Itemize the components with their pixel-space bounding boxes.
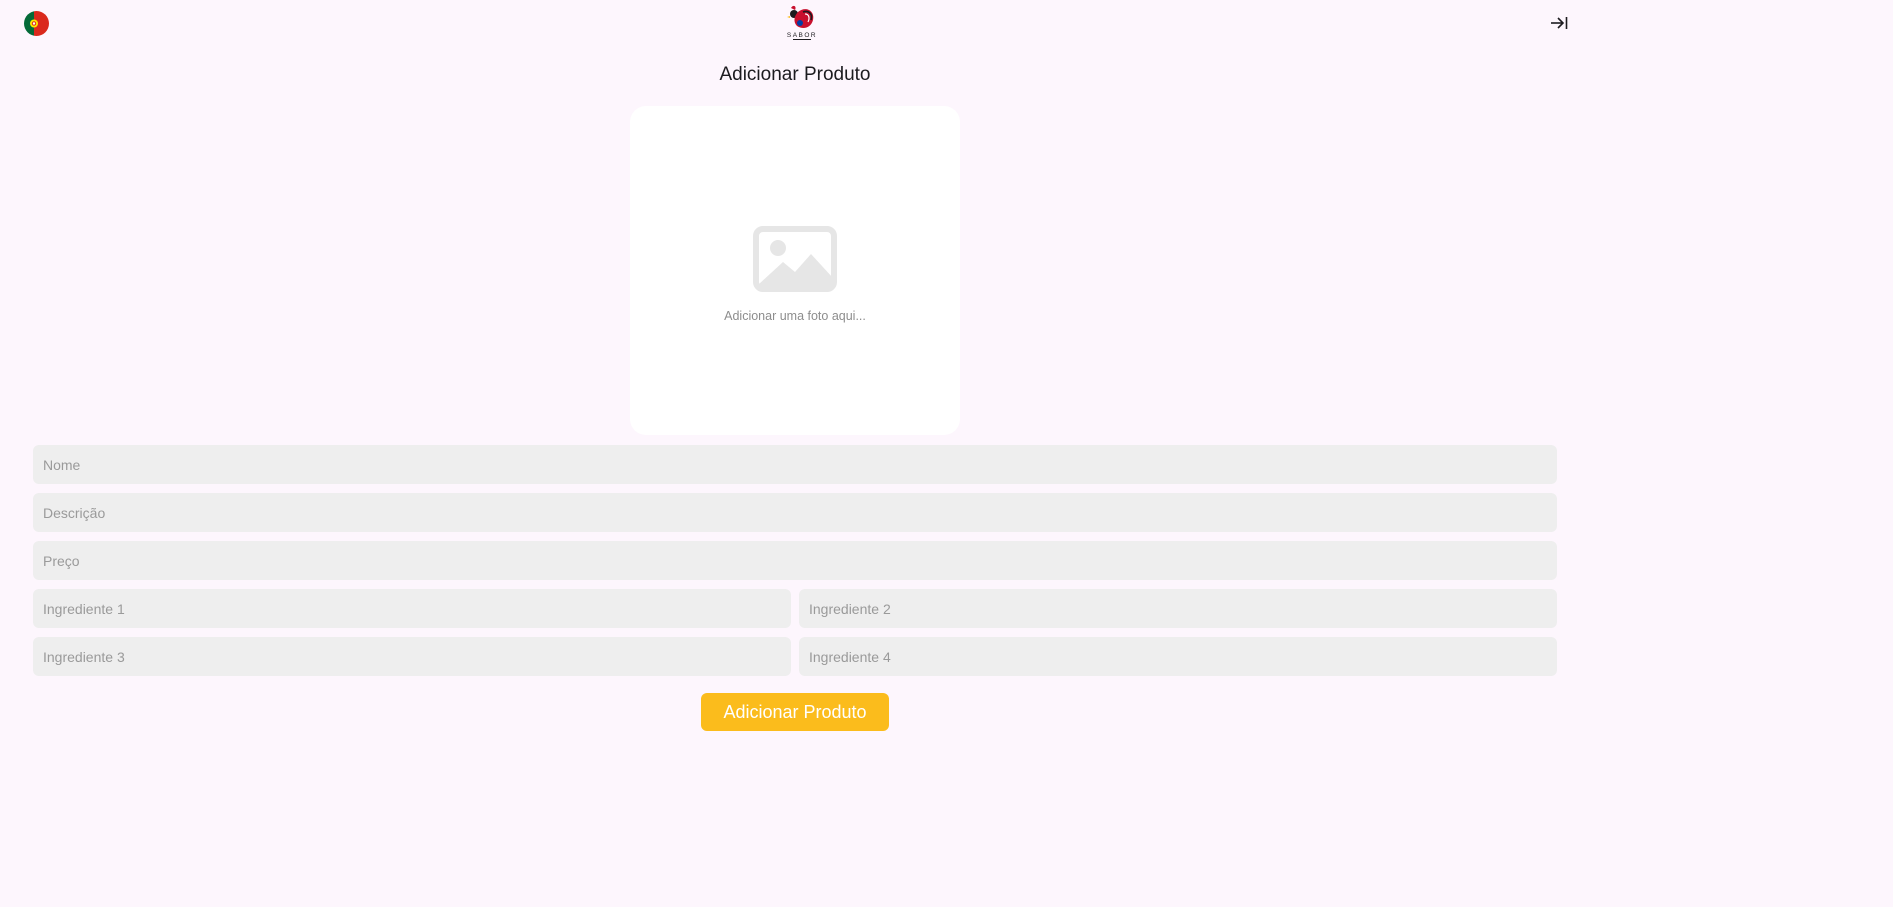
- ingredient-4-input[interactable]: [799, 637, 1557, 676]
- page-title: Adicionar Produto: [719, 64, 871, 85]
- ingredient-1-input[interactable]: [33, 589, 791, 628]
- name-input[interactable]: [33, 445, 1557, 484]
- logout-arrow-icon: [1551, 17, 1568, 29]
- logo-text: SABOR: [787, 32, 817, 39]
- photo-upload-area[interactable]: Adicionar uma foto aqui...: [630, 106, 960, 435]
- logout-button[interactable]: [1550, 14, 1568, 32]
- photo-hint-text: Adicionar uma foto aqui...: [724, 309, 866, 323]
- add-product-page: SABOR Adicionar Produto Adicionar uma fo…: [0, 0, 1568, 907]
- image-placeholder-icon: [753, 226, 837, 292]
- add-product-button[interactable]: Adicionar Produto: [701, 693, 889, 731]
- price-input[interactable]: [33, 541, 1557, 580]
- portugal-flag-icon: [24, 11, 49, 36]
- ingredient-2-input[interactable]: [799, 589, 1557, 628]
- rooster-logo-icon: SABOR: [787, 5, 817, 40]
- language-flag-button[interactable]: [24, 11, 49, 36]
- sabor-logo: SABOR: [783, 4, 821, 42]
- description-input[interactable]: [33, 493, 1557, 532]
- ingredient-3-input[interactable]: [33, 637, 791, 676]
